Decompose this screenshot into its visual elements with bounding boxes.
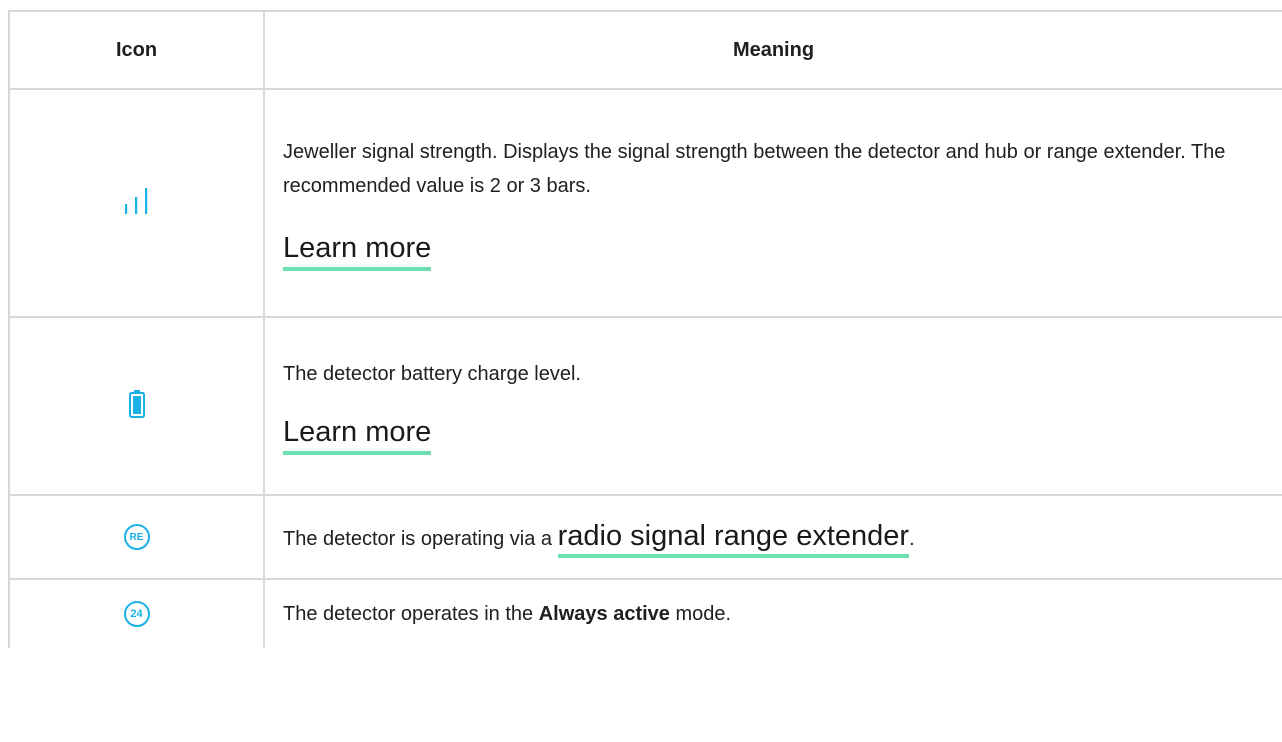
range-extender-text-after: . (909, 527, 915, 550)
table-row: RE The detector is operating via a radio… (8, 494, 1282, 580)
learn-more-signal-link[interactable]: Learn more (283, 231, 432, 271)
table-row: 24 The detector operates in the Always a… (8, 578, 1282, 648)
header-icon: Icon (8, 10, 265, 90)
icons-table-container: Icon Meaning Jeweller signal strength. D… (8, 10, 1282, 742)
header-meaning: Meaning (263, 10, 1282, 90)
always-active-text-before: The detector operates in the (283, 603, 539, 625)
icon-cell: RE (8, 494, 265, 580)
signal-strength-description: Jeweller signal strength. Displays the s… (283, 141, 1226, 197)
always-active-bold: Always active (538, 603, 670, 625)
always-active-text-after: mode. (669, 603, 732, 625)
always-active-icon: 24 (123, 601, 150, 627)
icon-cell (8, 316, 265, 496)
meaning-cell: Jeweller signal strength. Displays the s… (263, 88, 1282, 318)
meaning-cell: The detector battery charge level. Learn… (263, 316, 1282, 496)
table-header-row: Icon Meaning (8, 10, 1282, 90)
table-row: The detector battery charge level. Learn… (8, 316, 1282, 496)
learn-more-battery-link[interactable]: Learn more (283, 415, 432, 455)
icon-cell: 24 (8, 578, 265, 648)
range-extender-icon: RE (123, 524, 150, 550)
icon-cell (8, 88, 265, 318)
range-extender-link[interactable]: radio signal range extender (557, 519, 910, 558)
table-row: Jeweller signal strength. Displays the s… (8, 88, 1282, 318)
battery-description: The detector battery charge level. (283, 363, 581, 385)
battery-icon (128, 389, 145, 423)
meaning-cell: The detector operates in the Always acti… (263, 578, 1282, 648)
range-extender-text-before: The detector is operating via a (283, 527, 558, 550)
signal-strength-icon (122, 187, 152, 219)
meaning-cell: The detector is operating via a radio si… (263, 494, 1282, 580)
icons-table: Icon Meaning Jeweller signal strength. D… (8, 10, 1282, 648)
